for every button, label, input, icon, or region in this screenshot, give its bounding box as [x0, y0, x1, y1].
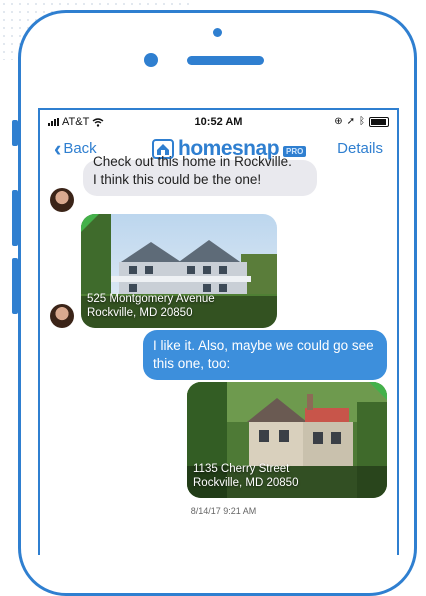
outgoing-message-bubble: I like it. Also, maybe we could go see t…	[143, 330, 387, 380]
proximity-sensor	[213, 28, 222, 37]
phone-screen: AT&T 10:52 AM ⊕ ➚ ᛒ ‹ Back homesnap PRO …	[38, 108, 399, 555]
address-line-1: 1135 Cherry Street	[193, 463, 290, 475]
message-line: I think this could be the one!	[93, 172, 262, 187]
incoming-message-bubble: Check out this home in Rockville. I thin…	[83, 154, 317, 196]
back-label: Back	[63, 140, 97, 157]
avatar	[50, 304, 74, 328]
earpiece-speaker	[187, 56, 264, 65]
address-line-2: Rockville, MD 20850	[193, 477, 299, 489]
bluetooth-icon: ᛒ	[359, 116, 365, 127]
listing-address: 525 Montgomery Avenue Rockville, MD 2085…	[87, 292, 215, 320]
status-bar: AT&T 10:52 AM ⊕ ➚ ᛒ	[40, 110, 397, 134]
front-camera	[144, 53, 158, 67]
listing-card[interactable]: 525 Montgomery Avenue Rockville, MD 2085…	[81, 214, 277, 328]
message-line: Check out this home in Rockville.	[93, 154, 292, 169]
avatar	[50, 188, 74, 212]
battery-icon	[369, 116, 389, 127]
address-line-2: Rockville, MD 20850	[87, 307, 193, 319]
back-button[interactable]: ‹ Back	[54, 135, 97, 161]
alarm-icon: ⊕	[334, 116, 343, 127]
location-arrow-icon: ➚	[346, 116, 355, 127]
details-button[interactable]: Details	[337, 140, 383, 157]
chevron-left-icon: ‹	[54, 135, 62, 161]
status-right: ⊕ ➚ ᛒ	[334, 116, 389, 127]
listing-address: 1135 Cherry Street Rockville, MD 20850	[193, 462, 298, 490]
listing-card[interactable]: 1135 Cherry Street Rockville, MD 20850	[187, 382, 387, 498]
message-timestamp: 8/14/17 9:21 AM	[190, 506, 257, 516]
address-line-1: 525 Montgomery Avenue	[87, 293, 215, 305]
